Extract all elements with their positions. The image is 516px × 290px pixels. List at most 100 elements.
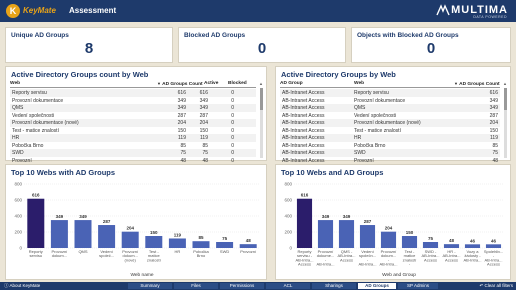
- table-cell: 287: [199, 112, 208, 119]
- bar[interactable]: [485, 244, 502, 248]
- bar[interactable]: [145, 236, 163, 248]
- table-cell: Provozní dokumentace (nové): [354, 120, 421, 126]
- keymate-logo-icon: K: [6, 4, 20, 18]
- bar[interactable]: [27, 198, 45, 248]
- table-cell: 349: [199, 105, 208, 111]
- x-axis-label: Web name: [130, 272, 153, 278]
- chart-title: Top 10 Webs and AD Groups: [281, 168, 384, 177]
- bar[interactable]: [98, 225, 116, 248]
- table-row[interactable]: Pobočka Brno 85 85 0: [10, 142, 256, 150]
- data-label: 349: [343, 214, 351, 219]
- table-row[interactable]: AB-Intranet Access Reporty servisu 616: [280, 89, 500, 97]
- table-cell: 75: [180, 150, 186, 156]
- table-row[interactable]: QMS 349 349 0: [10, 104, 256, 112]
- table-cell: 287: [489, 112, 498, 119]
- tab-acl[interactable]: ACL: [266, 283, 310, 289]
- table-row[interactable]: AB-Intranet Access Pobočka Brno 85: [280, 142, 500, 150]
- table-cell: 349: [177, 97, 186, 104]
- table-cell: 204: [177, 120, 186, 126]
- bar[interactable]: [464, 244, 481, 248]
- bar[interactable]: [192, 241, 210, 248]
- tab-sharings[interactable]: Sharings: [312, 283, 356, 289]
- scroll-up-icon[interactable]: ▲: [259, 81, 263, 86]
- scrollbar[interactable]: [260, 88, 263, 158]
- bar[interactable]: [74, 220, 92, 248]
- table-cell: SWD: [354, 150, 366, 156]
- x-tick-label: Reporty servisu -AB-Intra... Access: [295, 249, 313, 267]
- data-label: 204: [126, 226, 134, 231]
- scrollbar[interactable]: [504, 88, 507, 158]
- bar[interactable]: [338, 220, 355, 248]
- table-row[interactable]: Vedení společnosti 287 287 0: [10, 112, 256, 120]
- about-link[interactable]: ⓘ About KeyMate: [4, 283, 40, 289]
- table-cell: Vedení společnosti: [12, 112, 54, 119]
- tab-files[interactable]: Files: [174, 283, 218, 289]
- about-label: About KeyMate: [9, 283, 41, 288]
- data-label: 287: [103, 219, 111, 224]
- y-tick-label: 200: [284, 230, 292, 235]
- bar[interactable]: [422, 242, 439, 248]
- table-cell: HR: [354, 135, 362, 141]
- bar[interactable]: [216, 242, 234, 248]
- x-tick-label: Provozní: [240, 249, 257, 254]
- data-label: 349: [56, 214, 64, 219]
- table-row[interactable]: AB-Intranet Access Test - matice znalostí…: [280, 127, 500, 135]
- table-row[interactable]: SWD 75 75 0: [10, 149, 256, 157]
- tab-permissions[interactable]: Permissions: [220, 283, 264, 289]
- table-row[interactable]: Test - matice znalostí 150 150 0: [10, 127, 256, 135]
- table-row[interactable]: AB-Intranet Access Provozní 48: [280, 157, 500, 165]
- bar[interactable]: [296, 198, 313, 248]
- table-cell: Pobočka Brno: [354, 142, 386, 149]
- table-row[interactable]: AB-Intranet Access Provozní dokumentace (…: [280, 119, 500, 127]
- col-header-blocked[interactable]: Blocked: [228, 81, 247, 86]
- table-row[interactable]: HR 119 119 0: [10, 134, 256, 142]
- table-row[interactable]: AB-Intranet Access SWD 75: [280, 149, 500, 157]
- y-tick-label: 400: [14, 214, 22, 219]
- bar[interactable]: [401, 236, 418, 248]
- bar[interactable]: [380, 231, 397, 248]
- bar[interactable]: [359, 225, 376, 248]
- table-cell: 48: [180, 157, 186, 164]
- x-tick-label: Vedení společ...: [99, 249, 114, 258]
- bar[interactable]: [168, 238, 186, 248]
- table-cell: 85: [492, 142, 498, 149]
- table-row[interactable]: Provozní dokumentace 349 349 0: [10, 97, 256, 105]
- table-cell: Reporty servisu: [354, 90, 389, 96]
- scroll-up-icon[interactable]: ▲: [503, 81, 507, 86]
- bar[interactable]: [50, 220, 68, 248]
- col-header-active[interactable]: Active: [204, 81, 218, 86]
- table-row[interactable]: Provozní 48 48 0: [10, 157, 256, 165]
- table-row[interactable]: Provozní dokumentace (nové) 204 204 0: [10, 119, 256, 127]
- col-header-ad-group[interactable]: AD Group: [280, 81, 303, 86]
- table-row[interactable]: AB-Intranet Access HR 119: [280, 134, 500, 142]
- table-row[interactable]: AB-Intranet Access QMS 349: [280, 104, 500, 112]
- tab-ad-groups[interactable]: AD Groups: [358, 283, 396, 289]
- col-header-web[interactable]: Web: [10, 81, 20, 86]
- scrollbar-thumb[interactable]: [504, 88, 507, 110]
- table-cell: AB-Intranet Access: [282, 105, 325, 111]
- kpi-value: 8: [84, 40, 94, 57]
- table-cell: 287: [177, 112, 186, 119]
- table-cell: 150: [489, 127, 498, 134]
- y-tick-label: 200: [14, 230, 22, 235]
- bar[interactable]: [239, 244, 257, 248]
- tab-sp-admins[interactable]: SP Admins: [398, 283, 438, 289]
- bar[interactable]: [317, 220, 334, 248]
- table-row[interactable]: Reporty servisu 616 616 0: [10, 89, 256, 97]
- clear-filters-button[interactable]: ↶ Clear all filters: [479, 283, 513, 289]
- col-header-web[interactable]: Web: [354, 81, 364, 86]
- x-tick-label: HR: [175, 249, 181, 254]
- data-label: 349: [79, 214, 87, 219]
- kpi-value: 0: [426, 40, 436, 57]
- table-row[interactable]: AB-Intranet Access Provozní dokumentace 34…: [280, 97, 500, 105]
- x-axis-label: Web and Group: [382, 272, 416, 278]
- kpi-objects-blocked: Objects with Blocked AD Groups 0: [351, 27, 511, 63]
- table-cell: 0: [231, 135, 234, 141]
- table-row[interactable]: AB-Intranet Access Vedení společnosti 287: [280, 112, 500, 120]
- bar[interactable]: [121, 231, 139, 248]
- tab-summary[interactable]: Summary: [128, 283, 172, 289]
- bar[interactable]: [443, 244, 460, 248]
- table-title: Active Directory Groups count by Web: [11, 70, 149, 79]
- scrollbar-thumb[interactable]: [260, 88, 263, 110]
- data-label: 119: [174, 232, 182, 237]
